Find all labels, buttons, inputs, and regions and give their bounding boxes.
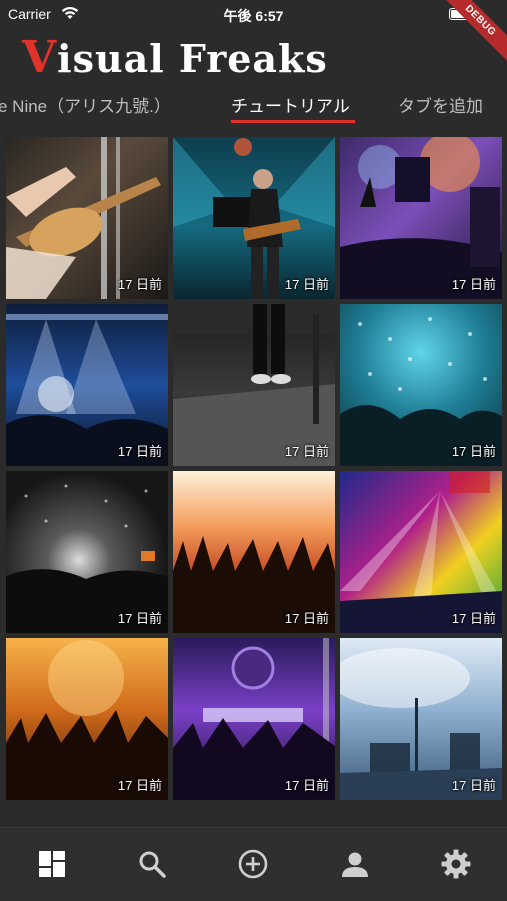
grid-item[interactable]: 17 日前 [173,137,335,299]
timestamp-label: 17 日前 [284,277,329,292]
tab-bar: e Nine（アリス九號.） チュートリアル タブを追加 [0,86,507,126]
timestamp-label: 17 日前 [117,444,162,459]
status-bar: Carrier 午後 6:57 [0,0,507,28]
timestamp-label: 17 日前 [451,277,496,292]
grid-item[interactable]: 17 日前 [6,304,168,466]
grid-item[interactable]: 17 日前 [173,471,335,633]
app-title: Visual Freaks [22,30,328,86]
nav-dashboard-button[interactable] [36,848,68,880]
timestamp-label: 17 日前 [117,277,162,292]
timestamp-label: 17 日前 [451,444,496,459]
grid-item[interactable]: 17 日前 [173,304,335,466]
tab-alice-nine[interactable]: e Nine（アリス九號.） [0,92,171,117]
nav-profile-button[interactable] [339,848,371,880]
settings-gear-icon [441,849,471,879]
grid-item[interactable]: 17 日前 [6,638,168,800]
app-title-rest: isual Freaks [57,36,328,81]
dashboard-icon [39,851,65,877]
grid-item[interactable]: 17 日前 [340,304,502,466]
nav-search-button[interactable] [136,848,168,880]
add-circle-icon [238,849,268,879]
nav-settings-button[interactable] [440,848,472,880]
person-icon [342,852,368,877]
search-icon [139,851,166,878]
bottom-navigation-bar [0,827,507,901]
timestamp-label: 17 日前 [117,611,162,626]
grid-item[interactable]: 17 日前 [340,471,502,633]
grid-item[interactable]: 17 日前 [6,137,168,299]
grid-item[interactable]: 17 日前 [340,638,502,800]
timestamp-label: 17 日前 [451,611,496,626]
grid-item[interactable]: 17 日前 [6,471,168,633]
nav-add-button[interactable] [237,848,269,880]
active-tab-indicator [231,120,355,123]
timestamp-label: 17 日前 [451,778,496,793]
timestamp-label: 17 日前 [117,778,162,793]
app-title-initial: V [22,32,58,83]
clock: 午後 6:57 [223,8,284,24]
timestamp-label: 17 日前 [284,444,329,459]
timestamp-label: 17 日前 [284,778,329,793]
timestamp-label: 17 日前 [284,611,329,626]
tab-tutorial[interactable]: チュートリアル [231,92,350,117]
grid-item[interactable]: 17 日前 [340,137,502,299]
grid-item[interactable]: 17 日前 [173,638,335,800]
tab-add-tab[interactable]: タブを追加 [398,92,483,117]
